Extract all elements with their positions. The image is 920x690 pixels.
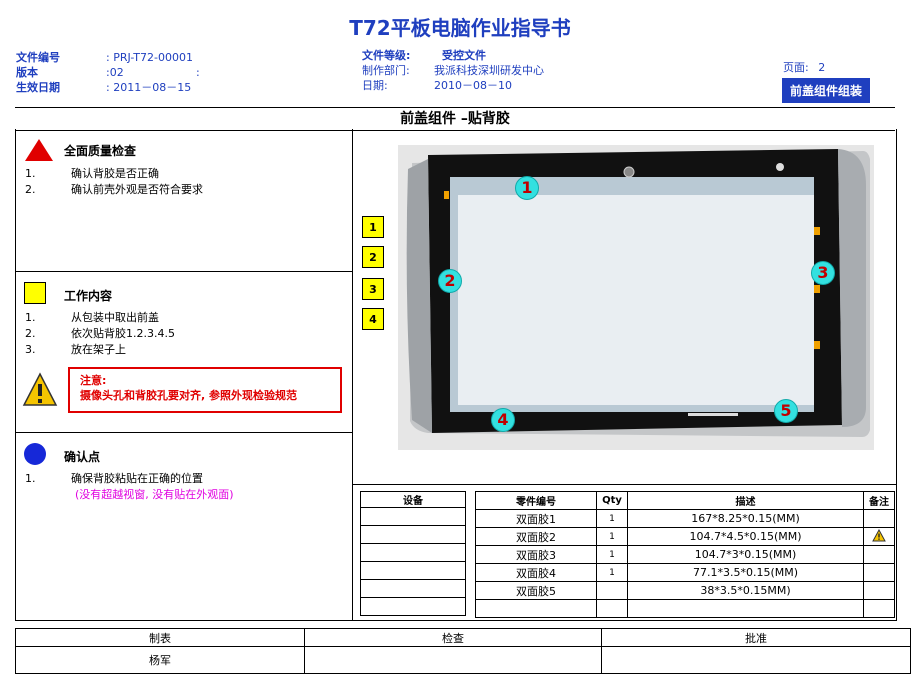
front-cover-illustration [398,145,874,450]
doc-no-value: : PRJ-T72-00001 [106,51,193,64]
date-value: 2010－08－10 [434,79,512,92]
equipment-header: 设备 [360,491,466,508]
effective-date-label: 生效日期 [16,81,60,94]
col-desc: 描述 [627,491,864,510]
list-item: 3. 放在架子上 [25,343,126,356]
page-value: 2 [818,61,826,74]
version-value: :02 [106,66,124,79]
table-row: 双面胶1 1 167*8.25*0.15(MM) [475,509,895,528]
callout-4: 4 [491,408,515,432]
made-label: 制表 [15,628,305,647]
table-row [360,543,466,562]
divider-quality [15,271,353,272]
warning-triangle-icon [25,139,53,161]
parts-table: 零件编号 Qty 描述 备注 双面胶1 1 167*8.25*0.15(MM) 双面… [475,491,895,618]
col-part-no: 零件编号 [475,491,597,510]
dept-value: 我派科技深圳研发中心 [434,64,544,77]
warning-icon [872,528,886,541]
col-note: 备注 [863,491,895,510]
version-label: 版本 [16,66,38,79]
confirm-title: 确认点 [64,450,101,464]
list-item: 1. 确保背胶粘贴在正确的位置 [25,472,203,485]
step-box: 3 [362,278,384,300]
doc-no-label: 文件编号 [16,51,60,64]
table-row: 双面胶3 1 104.7*3*0.15(MM) [475,545,895,564]
table-row: 双面胶4 1 77.1*3.5*0.15(MM) [475,563,895,582]
step-box: 4 [362,308,384,330]
section-title: 前盖组件 –贴背胶 [15,107,895,131]
check-label: 检查 [304,628,602,647]
table-row: 双面胶2 1 104.7*4.5*0.15(MM) [475,527,895,546]
approve-signature [601,646,911,674]
list-item: 1. 确认背胶是否正确 [25,167,159,180]
yellow-square-icon [24,282,46,304]
callout-2: 2 [438,269,462,293]
step-box: 2 [362,246,384,268]
header-left: 文件编号 : PRJ-T72-00001 版本 :02: 生效日期 : 2011－08… [16,50,200,95]
date-label: 日期: [362,79,388,92]
confirm-list: 1. 确保背胶粘贴在正确的位置 (没有超越视窗, 没有贴在外观面) [25,471,234,503]
col-qty: Qty [596,491,628,510]
list-item: 2. 依次贴背胶1.2.3.4.5 [25,327,175,340]
dept-label: 制作部门: [362,64,410,77]
doc-level-value: 受控文件 [442,49,486,62]
quality-list: 1. 确认背胶是否正确 2. 确认前壳外观是否符合要求 [25,166,203,198]
page-info: 页面: 2 [783,60,825,75]
table-row [475,599,895,618]
header-mid: 文件等级: 受控文件 制作部门: 我派科技深圳研发中心 日期: 2010－08－10 [362,48,544,93]
doc-level-label: 文件等级: [362,49,411,62]
section-badge: 前盖组件组装 [782,78,871,103]
divider-photo [352,484,896,485]
column-divider [352,129,353,621]
confirm-note: (没有超越视窗, 没有贴在外观面) [75,488,234,501]
table-row [360,525,466,544]
notice-box: 注意: 摄像头孔和背胶孔要对齐, 参照外现检验规范 [68,367,342,413]
page-label: 页面: [783,61,809,74]
table-row [360,579,466,598]
effective-date-value: : 2011－08－15 [106,81,192,94]
version-extra-colon: : [196,66,200,79]
notice-text: 摄像头孔和背胶孔要对齐, 参照外现检验规范 [80,389,298,402]
table-row [360,597,466,616]
table-row: 双面胶5 38*3.5*0.15MM) [475,581,895,600]
quality-title: 全面质量检查 [64,144,137,158]
table-row [360,561,466,580]
blue-circle-icon [24,443,46,465]
step-box: 1 [362,216,384,238]
caution-icon [22,372,58,406]
callout-1: 1 [515,176,539,200]
equipment-table: 设备 [360,491,466,616]
table-row [360,507,466,526]
callout-5: 5 [774,399,798,423]
check-signature [304,646,602,674]
notice-title: 注意: [80,374,107,387]
list-item: 1. 从包装中取出前盖 [25,311,159,324]
callout-3: 3 [811,261,835,285]
approve-label: 批准 [601,628,911,647]
work-title: 工作内容 [64,289,113,303]
list-item: 2. 确认前壳外观是否符合要求 [25,183,203,196]
divider-work [15,432,353,433]
made-by: 杨军 [15,646,305,674]
document-title: T72平板电脑作业指导书 [349,16,571,40]
work-list: 1. 从包装中取出前盖 2. 依次贴背胶1.2.3.4.5 3. 放在架子上 [25,310,175,358]
signoff-table: 制表 检查 批准 杨军 [15,628,911,674]
